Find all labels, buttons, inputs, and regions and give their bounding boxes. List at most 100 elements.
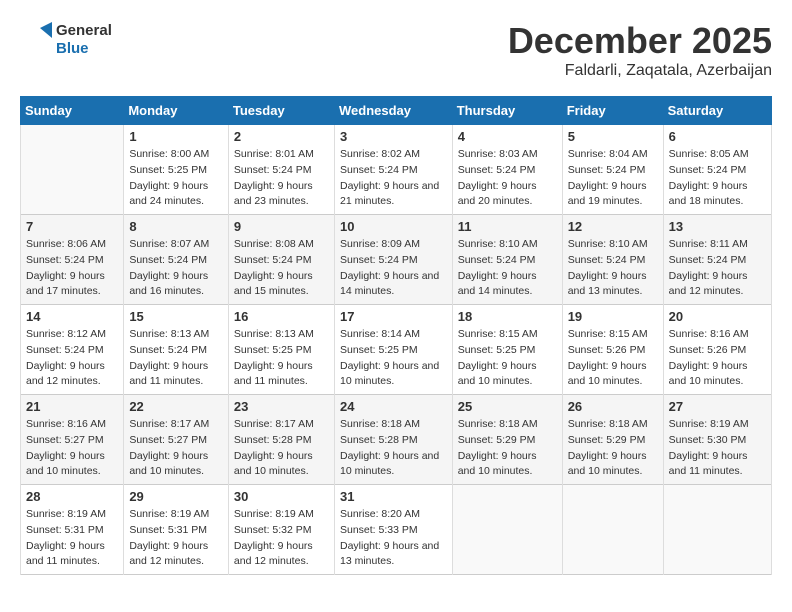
day-info: Sunrise: 8:19 AM Sunset: 5:31 PM Dayligh… [26,507,118,570]
day-number: 2 [234,129,329,144]
day-number: 8 [129,219,223,234]
day-number: 19 [568,309,658,324]
day-cell: 30 Sunrise: 8:19 AM Sunset: 5:32 PM Dayl… [228,485,334,575]
day-info: Sunrise: 8:17 AM Sunset: 5:28 PM Dayligh… [234,417,329,480]
day-cell: 28 Sunrise: 8:19 AM Sunset: 5:31 PM Dayl… [21,485,124,575]
week-row-4: 21 Sunrise: 8:16 AM Sunset: 5:27 PM Dayl… [21,395,772,485]
month-title: December 2025 [508,20,772,62]
day-cell: 29 Sunrise: 8:19 AM Sunset: 5:31 PM Dayl… [124,485,229,575]
day-info: Sunrise: 8:06 AM Sunset: 5:24 PM Dayligh… [26,237,118,300]
day-info: Sunrise: 8:12 AM Sunset: 5:24 PM Dayligh… [26,327,118,390]
day-number: 12 [568,219,658,234]
day-info: Sunrise: 8:08 AM Sunset: 5:24 PM Dayligh… [234,237,329,300]
day-number: 7 [26,219,118,234]
day-number: 6 [669,129,766,144]
header: General Blue December 2025 Faldarli, Zaq… [20,20,772,80]
day-info: Sunrise: 8:01 AM Sunset: 5:24 PM Dayligh… [234,147,329,210]
day-cell: 6 Sunrise: 8:05 AM Sunset: 5:24 PM Dayli… [663,125,771,215]
col-header-thursday: Thursday [452,97,562,125]
col-header-saturday: Saturday [663,97,771,125]
day-number: 25 [458,399,557,414]
day-info: Sunrise: 8:15 AM Sunset: 5:25 PM Dayligh… [458,327,557,390]
day-number: 22 [129,399,223,414]
day-number: 30 [234,489,329,504]
day-cell: 18 Sunrise: 8:15 AM Sunset: 5:25 PM Dayl… [452,305,562,395]
day-cell: 9 Sunrise: 8:08 AM Sunset: 5:24 PM Dayli… [228,215,334,305]
day-info: Sunrise: 8:16 AM Sunset: 5:26 PM Dayligh… [669,327,766,390]
day-number: 20 [669,309,766,324]
day-cell: 20 Sunrise: 8:16 AM Sunset: 5:26 PM Dayl… [663,305,771,395]
logo-general: General [56,22,112,39]
logo-blue: Blue [56,40,89,57]
day-cell: 16 Sunrise: 8:13 AM Sunset: 5:25 PM Dayl… [228,305,334,395]
day-info: Sunrise: 8:11 AM Sunset: 5:24 PM Dayligh… [669,237,766,300]
day-number: 18 [458,309,557,324]
day-cell: 27 Sunrise: 8:19 AM Sunset: 5:30 PM Dayl… [663,395,771,485]
day-number: 11 [458,219,557,234]
week-row-3: 14 Sunrise: 8:12 AM Sunset: 5:24 PM Dayl… [21,305,772,395]
day-info: Sunrise: 8:03 AM Sunset: 5:24 PM Dayligh… [458,147,557,210]
day-number: 9 [234,219,329,234]
header-row: SundayMondayTuesdayWednesdayThursdayFrid… [21,97,772,125]
week-row-5: 28 Sunrise: 8:19 AM Sunset: 5:31 PM Dayl… [21,485,772,575]
week-row-1: 1 Sunrise: 8:00 AM Sunset: 5:25 PM Dayli… [21,125,772,215]
col-header-sunday: Sunday [21,97,124,125]
col-header-friday: Friday [562,97,663,125]
day-number: 23 [234,399,329,414]
day-cell: 1 Sunrise: 8:00 AM Sunset: 5:25 PM Dayli… [124,125,229,215]
day-number: 26 [568,399,658,414]
logo: General Blue [20,20,112,60]
day-cell: 12 Sunrise: 8:10 AM Sunset: 5:24 PM Dayl… [562,215,663,305]
day-cell [562,485,663,575]
day-cell: 15 Sunrise: 8:13 AM Sunset: 5:24 PM Dayl… [124,305,229,395]
title-area: December 2025 Faldarli, Zaqatala, Azerba… [508,20,772,80]
day-cell: 11 Sunrise: 8:10 AM Sunset: 5:24 PM Dayl… [452,215,562,305]
day-info: Sunrise: 8:07 AM Sunset: 5:24 PM Dayligh… [129,237,223,300]
day-number: 16 [234,309,329,324]
day-cell: 21 Sunrise: 8:16 AM Sunset: 5:27 PM Dayl… [21,395,124,485]
day-cell: 2 Sunrise: 8:01 AM Sunset: 5:24 PM Dayli… [228,125,334,215]
day-number: 1 [129,129,223,144]
day-info: Sunrise: 8:17 AM Sunset: 5:27 PM Dayligh… [129,417,223,480]
day-cell: 10 Sunrise: 8:09 AM Sunset: 5:24 PM Dayl… [334,215,452,305]
day-info: Sunrise: 8:10 AM Sunset: 5:24 PM Dayligh… [458,237,557,300]
day-info: Sunrise: 8:19 AM Sunset: 5:30 PM Dayligh… [669,417,766,480]
day-info: Sunrise: 8:05 AM Sunset: 5:24 PM Dayligh… [669,147,766,210]
day-info: Sunrise: 8:19 AM Sunset: 5:31 PM Dayligh… [129,507,223,570]
day-cell: 25 Sunrise: 8:18 AM Sunset: 5:29 PM Dayl… [452,395,562,485]
day-number: 3 [340,129,447,144]
day-number: 10 [340,219,447,234]
col-header-wednesday: Wednesday [334,97,452,125]
day-number: 31 [340,489,447,504]
day-cell [663,485,771,575]
day-cell: 7 Sunrise: 8:06 AM Sunset: 5:24 PM Dayli… [21,215,124,305]
day-number: 21 [26,399,118,414]
day-cell [21,125,124,215]
day-info: Sunrise: 8:10 AM Sunset: 5:24 PM Dayligh… [568,237,658,300]
day-number: 13 [669,219,766,234]
day-cell: 19 Sunrise: 8:15 AM Sunset: 5:26 PM Dayl… [562,305,663,395]
day-cell: 4 Sunrise: 8:03 AM Sunset: 5:24 PM Dayli… [452,125,562,215]
day-cell: 31 Sunrise: 8:20 AM Sunset: 5:33 PM Dayl… [334,485,452,575]
week-row-2: 7 Sunrise: 8:06 AM Sunset: 5:24 PM Dayli… [21,215,772,305]
day-info: Sunrise: 8:15 AM Sunset: 5:26 PM Dayligh… [568,327,658,390]
day-info: Sunrise: 8:16 AM Sunset: 5:27 PM Dayligh… [26,417,118,480]
day-cell: 13 Sunrise: 8:11 AM Sunset: 5:24 PM Dayl… [663,215,771,305]
col-header-tuesday: Tuesday [228,97,334,125]
day-info: Sunrise: 8:04 AM Sunset: 5:24 PM Dayligh… [568,147,658,210]
day-info: Sunrise: 8:14 AM Sunset: 5:25 PM Dayligh… [340,327,447,390]
day-number: 29 [129,489,223,504]
day-number: 4 [458,129,557,144]
day-cell: 14 Sunrise: 8:12 AM Sunset: 5:24 PM Dayl… [21,305,124,395]
day-number: 17 [340,309,447,324]
day-cell [452,485,562,575]
day-number: 24 [340,399,447,414]
day-number: 14 [26,309,118,324]
day-cell: 22 Sunrise: 8:17 AM Sunset: 5:27 PM Dayl… [124,395,229,485]
calendar-table: SundayMondayTuesdayWednesdayThursdayFrid… [20,96,772,575]
day-cell: 17 Sunrise: 8:14 AM Sunset: 5:25 PM Dayl… [334,305,452,395]
day-cell: 24 Sunrise: 8:18 AM Sunset: 5:28 PM Dayl… [334,395,452,485]
day-cell: 23 Sunrise: 8:17 AM Sunset: 5:28 PM Dayl… [228,395,334,485]
day-number: 27 [669,399,766,414]
day-info: Sunrise: 8:09 AM Sunset: 5:24 PM Dayligh… [340,237,447,300]
